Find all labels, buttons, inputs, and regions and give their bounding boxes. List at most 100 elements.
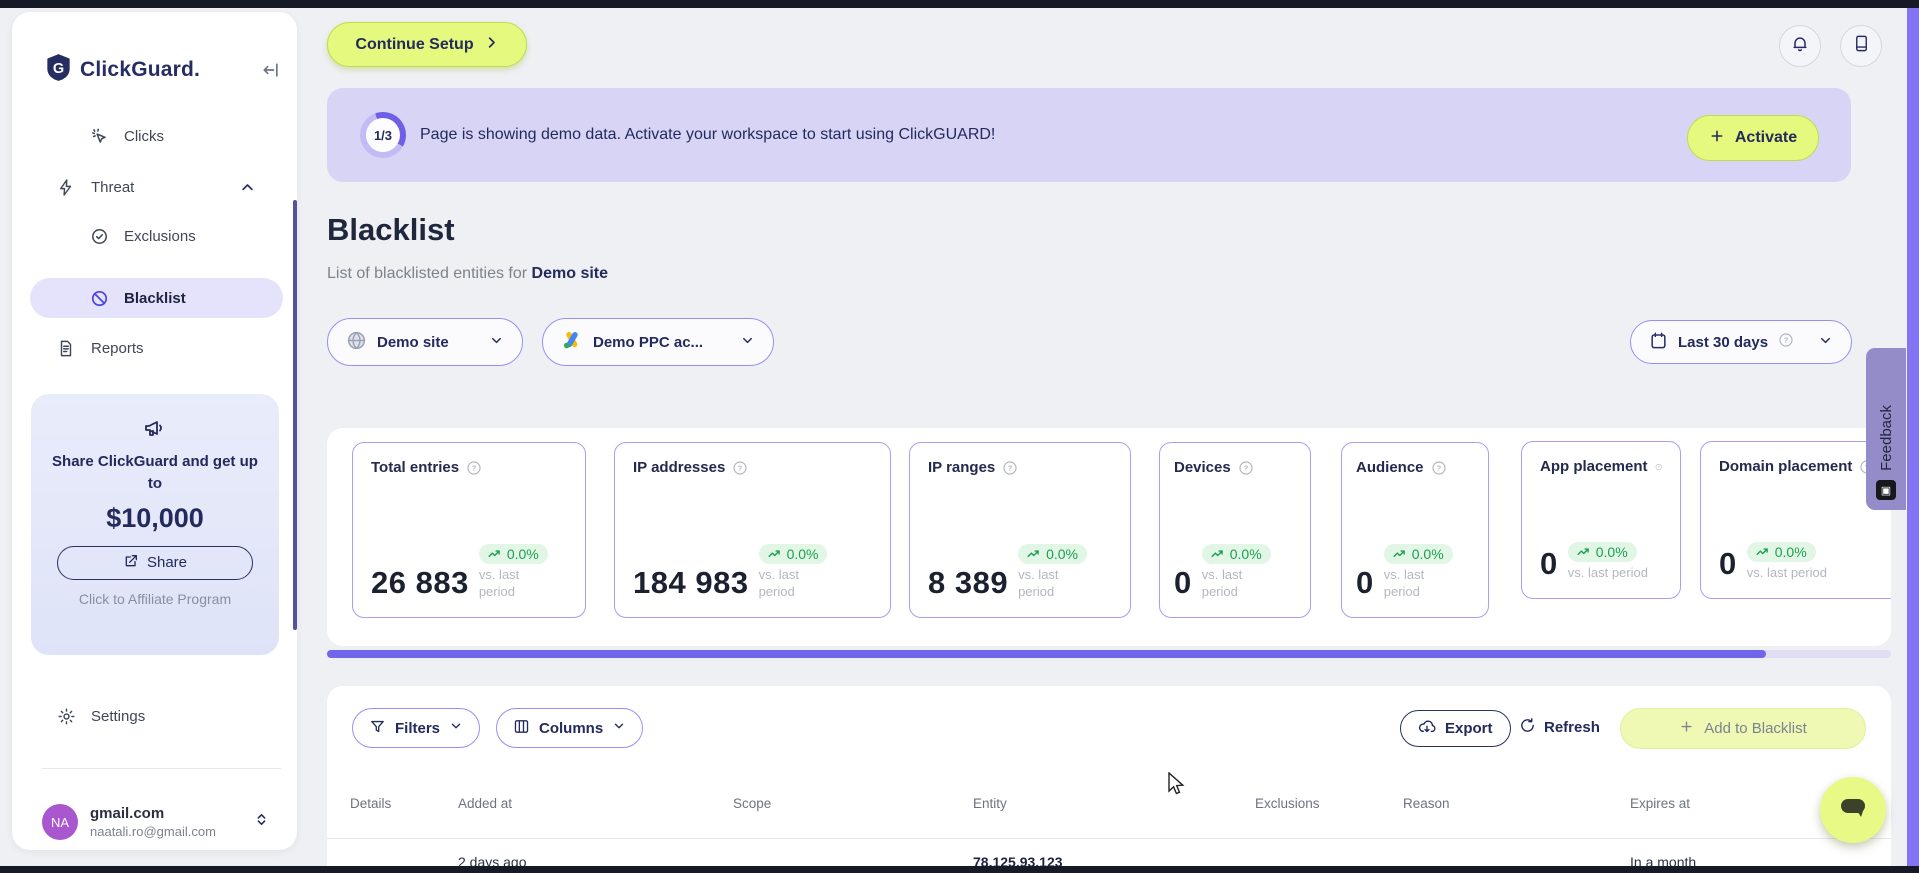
stat-value: 8 389 xyxy=(928,565,1009,600)
ppc-account-selector[interactable]: Demo PPC ac... xyxy=(542,318,774,366)
refresh-icon xyxy=(1519,717,1536,738)
plus-icon xyxy=(1679,719,1694,738)
stat-card-app-placement: App placement? 0 0.0% vs. last period xyxy=(1521,441,1681,599)
stat-card-audience: Audience? 0 0.0% vs. last period xyxy=(1341,442,1489,618)
logo-text: ClickGuard. xyxy=(80,58,201,81)
sidebar-item-settings[interactable]: Settings xyxy=(30,696,283,736)
col-header-exclusions[interactable]: Exclusions xyxy=(1255,796,1320,811)
chevron-down-icon xyxy=(449,719,463,737)
book-icon xyxy=(1852,34,1871,58)
stat-value: 26 883 xyxy=(371,565,469,600)
svg-text:?: ? xyxy=(1784,336,1789,345)
stat-card-domain-placement: Domain placement? 0 0.0% vs. last period xyxy=(1700,441,1891,599)
stat-card-devices: Devices? 0 0.0% vs. last period xyxy=(1159,442,1311,618)
clickguard-logo-icon: G xyxy=(45,53,72,87)
notifications-button[interactable] xyxy=(1779,25,1821,67)
stat-value: 0 xyxy=(1540,546,1558,581)
sidebar-scrollbar[interactable] xyxy=(293,200,297,630)
sidebar-item-blacklist[interactable]: Blacklist xyxy=(30,278,283,318)
selector-chevrons-icon[interactable] xyxy=(254,811,269,833)
external-link-icon xyxy=(123,553,139,573)
funnel-icon xyxy=(369,718,386,739)
trend-up-icon xyxy=(1027,550,1039,558)
window-top-edge xyxy=(0,0,1919,8)
help-icon: ? xyxy=(1778,332,1794,352)
stat-card-ip-addresses: IP addresses? 184 983 0.0% vs. last peri… xyxy=(614,442,891,618)
badge-check-icon xyxy=(88,227,110,246)
ban-icon xyxy=(88,289,110,308)
affiliate-promo-card[interactable]: Share ClickGuard and get up to $10,000 S… xyxy=(31,394,279,655)
cursor-click-icon xyxy=(88,127,110,146)
horizontal-scrollbar[interactable] xyxy=(327,650,1891,658)
docs-button[interactable] xyxy=(1840,25,1882,67)
feedback-chat-icon: ▣ xyxy=(1876,480,1896,500)
site-selector[interactable]: Demo site xyxy=(327,318,523,366)
avatar: NA xyxy=(42,804,78,840)
change-badge: 0.0% xyxy=(1383,544,1453,565)
sidebar-item-reports[interactable]: Reports xyxy=(30,328,283,368)
setup-progress-ring: 1/3 xyxy=(360,112,406,158)
help-icon: ? xyxy=(1003,460,1017,475)
sidebar-collapse-icon[interactable] xyxy=(261,60,281,80)
col-header-details[interactable]: Details xyxy=(350,796,391,811)
trend-up-icon xyxy=(1577,548,1589,556)
user-name: gmail.com xyxy=(90,805,165,822)
bell-icon xyxy=(1790,34,1810,59)
col-header-reason[interactable]: Reason xyxy=(1403,796,1450,811)
user-account[interactable]: NA gmail.com naatali.ro@gmail.com xyxy=(42,800,283,844)
horizontal-scrollbar-thumb[interactable] xyxy=(327,650,1766,658)
sidebar-item-threat[interactable]: Threat xyxy=(30,167,283,207)
trend-up-icon xyxy=(1211,550,1223,558)
columns-button[interactable]: Columns xyxy=(496,708,644,748)
page-title: Blacklist xyxy=(327,212,455,247)
affiliate-note: Click to Affiliate Program xyxy=(78,590,232,607)
subtitle-site-name: Demo site xyxy=(531,265,609,282)
trend-up-icon xyxy=(1393,550,1405,558)
google-ads-icon xyxy=(561,330,583,354)
promo-amount: $10,000 xyxy=(106,502,204,533)
export-button[interactable]: Export xyxy=(1400,710,1511,747)
sidebar-item-clicks[interactable]: Clicks xyxy=(30,116,283,156)
help-icon: ? xyxy=(733,460,747,475)
chevron-down-icon xyxy=(489,333,504,352)
activate-button[interactable]: Activate xyxy=(1687,115,1819,161)
feedback-tab[interactable]: Feedback ▣ xyxy=(1866,348,1906,510)
window-bottom-edge xyxy=(0,866,1919,873)
chat-widget-button[interactable] xyxy=(1820,777,1886,843)
svg-text:?: ? xyxy=(1657,465,1659,469)
help-icon: ? xyxy=(1655,463,1662,470)
chevron-up-icon xyxy=(240,180,255,195)
svg-text:G: G xyxy=(53,61,64,77)
col-header-expires[interactable]: Expires at xyxy=(1630,796,1690,811)
svg-text:?: ? xyxy=(472,463,477,472)
chevron-down-icon xyxy=(612,719,626,737)
help-icon: ? xyxy=(467,460,481,475)
vertical-scrollbar[interactable] xyxy=(1907,8,1919,866)
date-range-selector[interactable]: Last 30 days ? xyxy=(1630,320,1852,364)
refresh-button[interactable]: Refresh xyxy=(1519,717,1600,738)
megaphone-icon xyxy=(31,416,279,445)
gear-icon xyxy=(55,707,77,726)
col-header-added-at[interactable]: Added at xyxy=(458,796,512,811)
help-icon: ? xyxy=(1239,460,1253,475)
blacklist-table-panel: Filters Columns Export Refresh Add to Bl… xyxy=(327,686,1891,873)
stat-value: 0 xyxy=(1174,565,1192,600)
help-icon: ? xyxy=(1431,460,1446,475)
filters-button[interactable]: Filters xyxy=(352,708,481,748)
lightning-icon xyxy=(55,178,77,197)
continue-setup-button[interactable]: Continue Setup xyxy=(327,22,527,67)
chevron-down-icon xyxy=(1818,333,1833,352)
change-badge: 0.0% xyxy=(758,544,828,565)
sidebar-item-exclusions[interactable]: Exclusions xyxy=(30,216,283,256)
chat-bubble-icon xyxy=(1838,794,1868,827)
col-header-entity[interactable]: Entity xyxy=(973,796,1007,811)
divider xyxy=(42,768,281,769)
share-button[interactable]: Share xyxy=(57,545,253,580)
add-to-blacklist-button[interactable]: Add to Blacklist xyxy=(1620,708,1866,749)
change-badge: 0.0% xyxy=(478,544,548,565)
page-subtitle: List of blacklisted entities for Demo si… xyxy=(327,265,609,282)
svg-text:?: ? xyxy=(1008,463,1013,472)
logo-row: G ClickGuard. xyxy=(45,52,281,88)
clickguard-app: G ClickGuard. Clicks Threat Exclusions B… xyxy=(0,0,1919,873)
col-header-scope[interactable]: Scope xyxy=(733,796,771,811)
